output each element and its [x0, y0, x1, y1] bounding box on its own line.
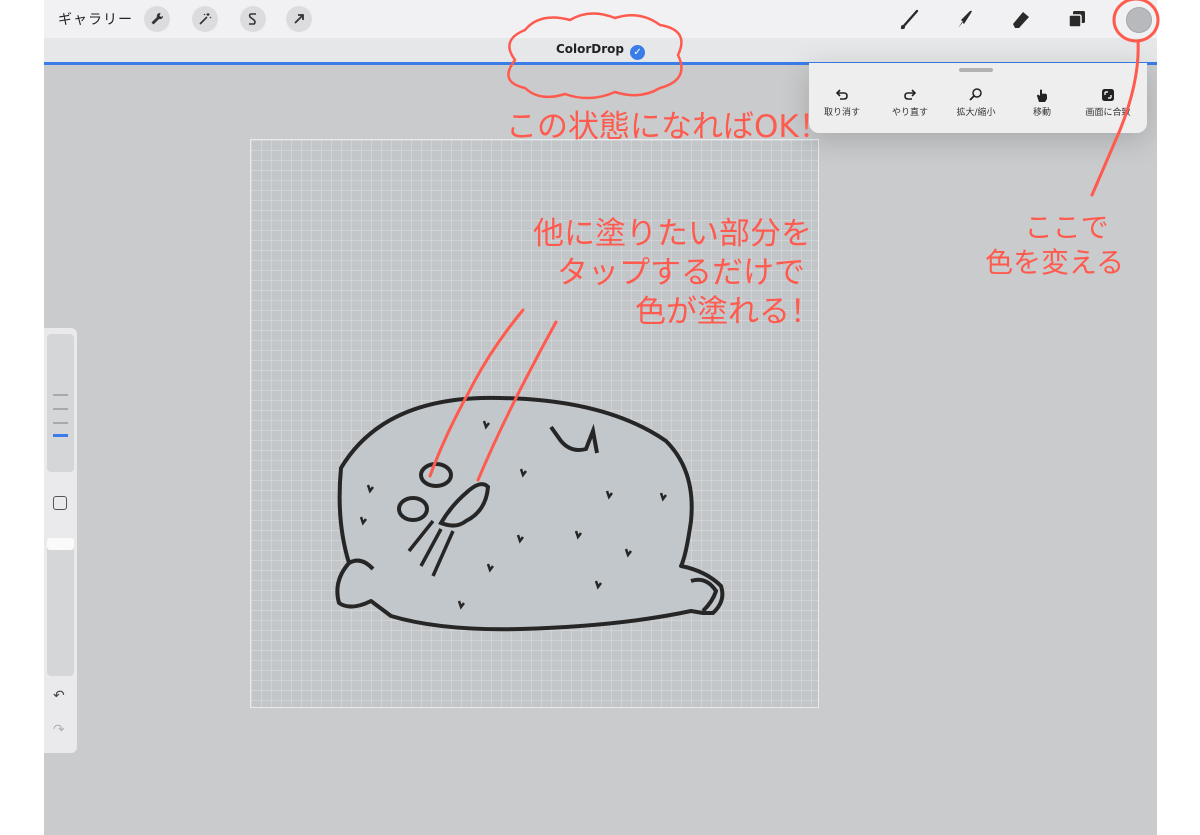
- cloud-highlight: [507, 12, 683, 100]
- note-tap-line-2: タップするだけで: [557, 254, 805, 291]
- color-swatch-circle: [1112, 0, 1160, 43]
- note-color-line-2: 色を変える: [985, 246, 1125, 279]
- note-color-line-1: ここで: [1024, 211, 1109, 244]
- note-ok: この状態になればOK！: [506, 109, 830, 145]
- pointer-line-color: [1090, 39, 1140, 197]
- note-tap-line-1: 他に塗りたい部分を: [533, 216, 812, 252]
- note-tap-line-3: 色が塗れる！: [635, 293, 821, 330]
- note-color: ここで 色を変える: [985, 210, 1124, 280]
- note-tap: 他に塗りたい部分を タップするだけで 色が塗れる！: [533, 215, 821, 331]
- pointer-line-nose: [476, 320, 558, 482]
- pointer-line-eye: [428, 308, 525, 478]
